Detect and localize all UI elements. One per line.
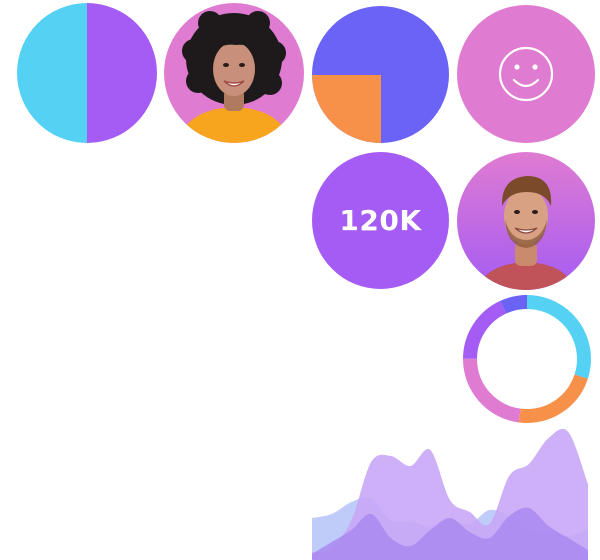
donut-chart xyxy=(463,295,591,423)
split-left-half xyxy=(17,3,87,143)
woman-portrait xyxy=(178,11,290,143)
quarter-segment xyxy=(312,74,381,143)
avatar-man xyxy=(457,152,595,290)
avatar-woman xyxy=(164,3,304,143)
smiley-tile xyxy=(457,5,595,143)
stat-value: 120K xyxy=(339,204,422,237)
stat-tile: 120K xyxy=(312,152,449,289)
split-circle xyxy=(17,3,157,143)
split-right-half xyxy=(87,3,157,143)
man-portrait xyxy=(457,152,595,290)
smile-icon xyxy=(498,46,554,102)
quarter-circle xyxy=(312,6,449,143)
area-chart xyxy=(312,428,588,560)
